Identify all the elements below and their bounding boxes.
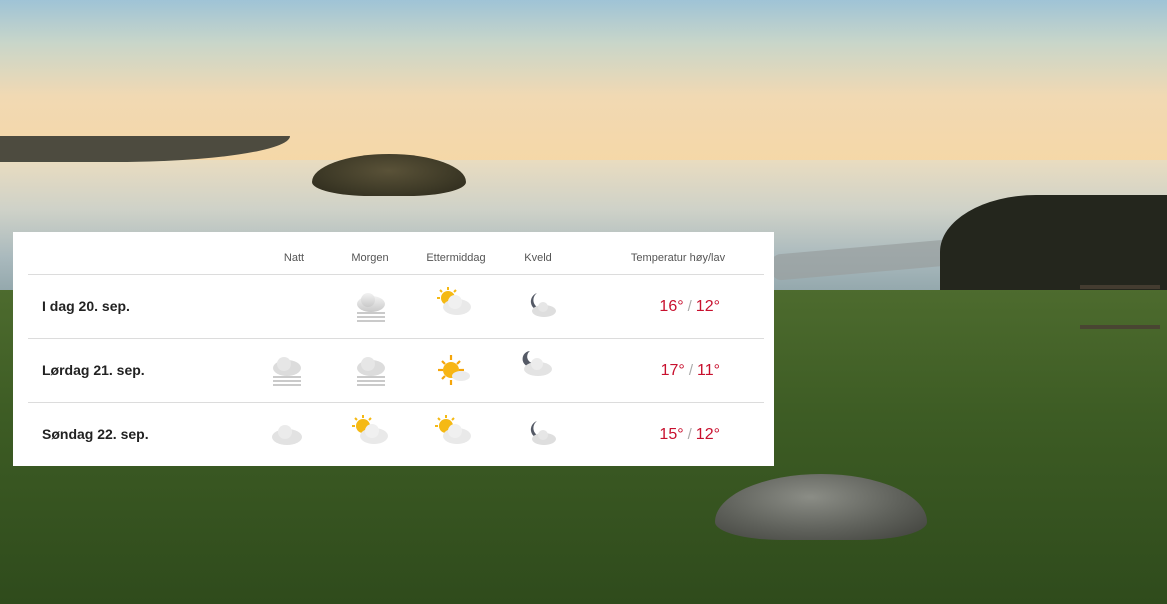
temperature-high-low: 17°/11° (661, 362, 720, 380)
temperature-low: 12° (695, 426, 720, 443)
forecast-date: I dag 20. sep. (42, 298, 130, 314)
column-header-temperature: Temperatur høy/lav (630, 252, 726, 264)
column-header-morgen: Morgen (351, 252, 389, 264)
temperature-high: 17° (660, 362, 685, 379)
column-header-kveld: Kveld (524, 252, 552, 264)
weather-forecast-panel: Natt Morgen Ettermiddag Kveld Temperatur… (13, 232, 774, 466)
temperature-low: 12° (695, 298, 720, 315)
fog-cloud-icon (267, 353, 307, 387)
temperature-high: 16° (659, 298, 684, 315)
forecast-row[interactable]: Søndag 22. sep. 15° / 12° (28, 403, 764, 466)
temperature-separator: / (687, 298, 692, 315)
temperature-low: 11° (696, 362, 720, 379)
cloud-icon (267, 419, 307, 453)
temperature-separator: / (688, 362, 693, 379)
temperature-separator: / (687, 426, 692, 443)
night-partly-cloudy-icon (519, 417, 559, 451)
column-header-natt: Natt (283, 252, 305, 264)
forecast-date: Søndag 22. sep. (42, 426, 149, 442)
sunny-partly-cloudy-icon (434, 353, 474, 387)
temperature-high: 15° (659, 426, 684, 443)
partly-sunny-icon (434, 415, 474, 449)
cliff (940, 195, 1167, 290)
fog-cloud-icon (351, 289, 391, 323)
temperature-high-low: 15°/12° (659, 426, 720, 444)
forecast-row[interactable]: I dag 20. sep. 16° / 12° (28, 275, 764, 339)
forecast-header: Natt Morgen Ettermiddag Kveld Temperatur… (28, 232, 764, 275)
partly-sunny-icon (434, 287, 474, 321)
night-partly-cloudy-icon (516, 349, 556, 383)
column-header-ettermiddag: Ettermiddag (426, 252, 486, 264)
picnic-table (1080, 285, 1160, 329)
partly-sunny-icon (351, 415, 391, 449)
forecast-date: Lørdag 21. sep. (42, 362, 145, 378)
night-partly-cloudy-icon (519, 289, 559, 323)
fog-cloud-icon (351, 353, 391, 387)
forecast-row[interactable]: Lørdag 21. sep. 17° / 11° (28, 339, 764, 403)
temperature-high-low: 16°/12° (659, 298, 720, 316)
